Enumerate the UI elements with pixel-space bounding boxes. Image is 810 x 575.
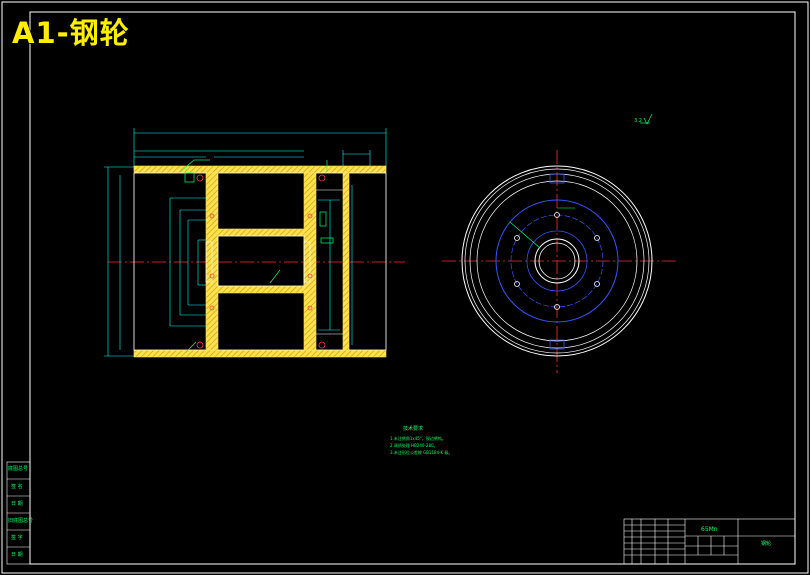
end-view [442, 150, 676, 373]
technical-requirements: 技术要求 1.未注倒角1x45°，锐边倒钝。 2.调质处理 HB240-280。… [390, 425, 452, 455]
svg-text:签 字: 签 字 [11, 534, 23, 541]
tech-req-line-1: 1.未注倒角1x45°，锐边倒钝。 [390, 435, 446, 441]
svg-text:签 名: 签 名 [11, 483, 23, 490]
outer-frame [1, 1, 809, 574]
drawing-title: A1-钢轮 [12, 16, 130, 50]
tech-req-heading: 技术要求 [403, 425, 423, 432]
tech-req-line-3: 3.未注形位公差按 GB1184-K 级。 [390, 449, 452, 455]
rim-top [133, 165, 387, 174]
material-label: 65Mn [701, 526, 718, 533]
part-name-label: 钢轮 [761, 540, 771, 547]
rim-bottom [133, 349, 387, 358]
svg-text:日 期: 日 期 [11, 501, 23, 507]
svg-text:旧底图总号: 旧底图总号 [8, 517, 33, 524]
svg-text:日 期: 日 期 [11, 552, 23, 558]
inner-frame [29, 11, 796, 565]
section-view [104, 128, 405, 358]
surface-finish-text: 3.2 [634, 118, 642, 124]
svg-text:底图总号: 底图总号 [8, 465, 28, 472]
hub-bottom [217, 285, 305, 294]
cad-drawing-canvas: 3.2 技术要求 1.未注倒角1x45°，锐边倒钝。 2.调质处理 HB240-… [1, 1, 809, 574]
hub-top [217, 228, 305, 237]
side-stamp-column [6, 461, 31, 565]
right-flange [342, 172, 350, 351]
surface-finish-mark: 3.2 [634, 113, 653, 125]
tech-req-line-2: 2.调质处理 HB240-280。 [390, 442, 438, 448]
